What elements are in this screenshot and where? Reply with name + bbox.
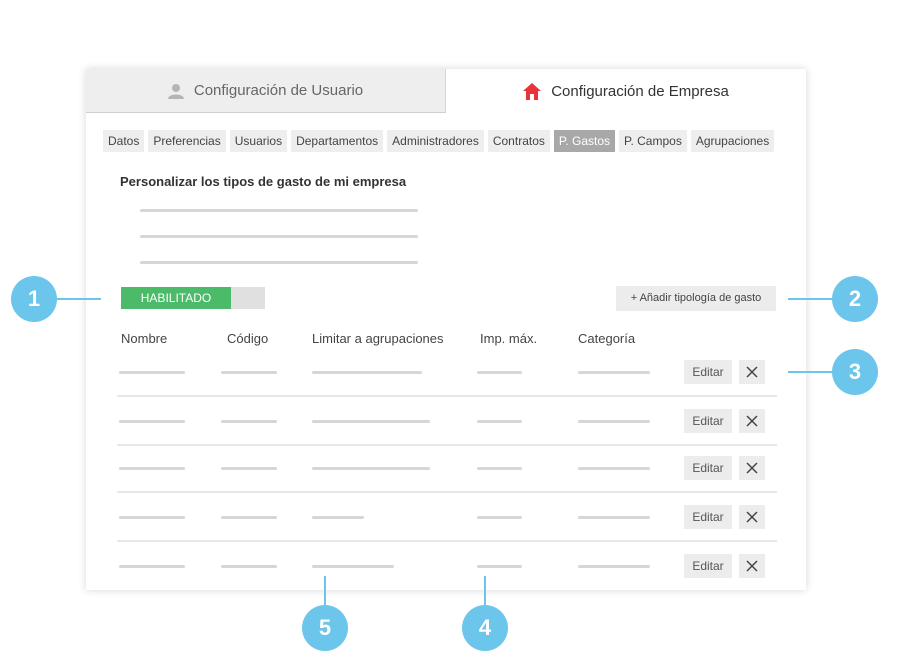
table-row: Editar [117,443,777,493]
cell-placeholder-line [578,516,650,519]
cell-placeholder-line [477,467,522,470]
description-placeholder-line [140,235,418,238]
callout-2-leader [788,298,832,300]
cell-placeholder-line [477,371,522,374]
cell-placeholder-line [312,371,422,374]
cell-placeholder-line [221,516,277,519]
column-header-codigo: Código [227,331,269,346]
delete-button[interactable] [739,456,765,480]
close-icon [746,462,758,474]
cell-placeholder-line [477,516,522,519]
edit-button[interactable]: Editar [684,456,732,480]
column-header-limitar: Limitar a agrupaciones [312,331,444,346]
cell-placeholder-line [119,371,185,374]
subtab-departamentos[interactable]: Departamentos [291,130,384,152]
close-icon [746,415,758,427]
table-row: Editar [117,347,777,397]
delete-button[interactable] [739,360,765,384]
subtab-preferencias[interactable]: Preferencias [148,130,226,152]
callout-3-leader [788,371,832,373]
subtab-administradores[interactable]: Administradores [387,130,484,152]
close-icon [746,560,758,572]
cell-placeholder-line [221,420,277,423]
subtab-contratos[interactable]: Contratos [487,130,550,152]
close-icon [746,511,758,523]
home-icon [523,82,542,100]
tab-company-settings-label: Configuración de Empresa [551,82,729,100]
cell-placeholder-line [221,371,277,374]
cell-placeholder-line [119,420,185,423]
cell-placeholder-line [312,420,430,423]
column-header-nombre: Nombre [121,331,168,346]
column-header-categoria: Categoría [578,331,636,346]
cell-placeholder-line [477,420,522,423]
cell-placeholder-line [119,565,185,568]
edit-button[interactable]: Editar [684,409,732,433]
callout-2: 2 [832,276,878,322]
cell-placeholder-line [578,371,650,374]
cell-placeholder-line [578,467,650,470]
table-row: Editar [117,541,777,589]
column-header-imp-max: Imp. máx. [480,331,538,346]
main-tabbar: Configuración de Usuario Configuración d… [86,69,806,113]
cell-placeholder-line [221,467,277,470]
cell-placeholder-line [578,420,650,423]
delete-button[interactable] [739,409,765,433]
edit-button[interactable]: Editar [684,554,732,578]
enabled-toggle-label: HABILITADO [121,287,231,309]
user-icon [167,83,184,99]
enabled-toggle[interactable]: HABILITADO [121,287,265,309]
subtab-p-gastos[interactable]: P. Gastos [553,130,616,152]
section-title: Personalizar los tipos de gasto de mi em… [120,174,407,189]
add-expense-type-button[interactable]: + Añadir tipología de gasto [616,286,776,311]
tab-user-settings[interactable]: Configuración de Usuario [86,69,446,113]
close-icon [746,366,758,378]
cell-placeholder-line [477,565,522,568]
delete-button[interactable] [739,505,765,529]
cell-placeholder-line [312,516,364,519]
callout-3: 3 [832,349,878,395]
description-placeholder-line [140,209,418,212]
settings-card: Configuración de Usuario Configuración d… [86,69,806,590]
settings-subtabs: Datos Preferencias Usuarios Departamento… [103,130,775,152]
cell-placeholder-line [312,467,430,470]
cell-placeholder-line [119,467,185,470]
cell-placeholder-line [119,516,185,519]
callout-1-leader [57,298,101,300]
callout-5: 5 [302,605,348,651]
tab-company-settings[interactable]: Configuración de Empresa [446,69,806,113]
callout-5-leader [324,576,326,605]
table-row: Editar [117,396,777,446]
edit-button[interactable]: Editar [684,505,732,529]
callout-1: 1 [11,276,57,322]
table-row: Editar [117,492,777,542]
edit-button[interactable]: Editar [684,360,732,384]
cell-placeholder-line [578,565,650,568]
cell-placeholder-line [312,565,394,568]
subtab-p-campos[interactable]: P. Campos [619,130,687,152]
delete-button[interactable] [739,554,765,578]
callout-4-leader [484,576,486,605]
subtab-usuarios[interactable]: Usuarios [229,130,288,152]
cell-placeholder-line [221,565,277,568]
subtab-agrupaciones[interactable]: Agrupaciones [690,130,775,152]
subtab-datos[interactable]: Datos [103,130,145,152]
callout-4: 4 [462,605,508,651]
tab-user-settings-label: Configuración de Usuario [193,82,364,99]
description-placeholder-line [140,261,418,264]
